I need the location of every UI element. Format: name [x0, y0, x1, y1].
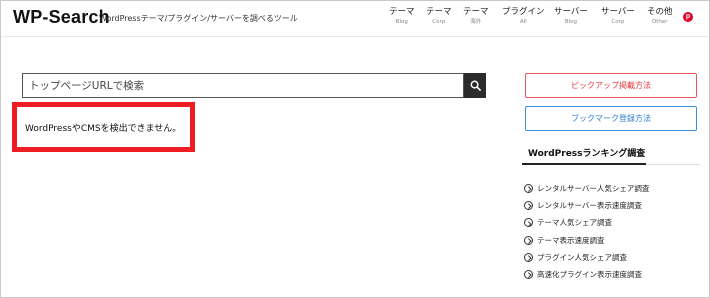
nav-item-theme-blog[interactable]: テーマ Blog [389, 7, 415, 26]
result-message: WordPressやCMSを検出できません。 [25, 123, 182, 134]
ranking-item-theme-speed[interactable]: テーマ表示速度調査 [524, 232, 649, 249]
nav-item-label: テーマ [426, 7, 452, 17]
ranking-item-server-share[interactable]: レンタルサーバー人気シェア調査 [524, 180, 649, 197]
ranking-divider-accent [522, 163, 646, 165]
pickup-button[interactable]: ピックアップ掲載方法 [525, 73, 697, 98]
nav-item-sublabel: 海外 [470, 19, 482, 25]
search-icon [470, 80, 481, 91]
nav-item-label: プラグイン [502, 7, 545, 17]
circle-arrow-right-icon [524, 218, 533, 228]
nav-item-label: その他 [647, 7, 673, 17]
nav-item-label: サーバー [601, 7, 635, 17]
search-input[interactable] [23, 74, 463, 97]
circle-arrow-right-icon [524, 184, 533, 194]
ranking-item-label: レンタルサーバー人気シェア調査 [537, 184, 650, 194]
nav-item-sublabel: Corp [611, 19, 625, 25]
nav-item-plugin-all[interactable]: プラグイン All [502, 7, 545, 26]
result-highlight: WordPressやCMSを検出できません。 [12, 102, 195, 152]
nav-item-label: サーバー [554, 7, 588, 17]
nav-item-other[interactable]: その他 Other [647, 7, 673, 26]
circle-arrow-right-icon [524, 270, 533, 280]
circle-arrow-right-icon [524, 201, 533, 211]
site-tagline: WordPressテーマ/プラグイン/サーバーを調べるツール [99, 14, 298, 23]
nav-item-sublabel: Blog [564, 19, 578, 25]
search-box [22, 73, 464, 98]
ranking-item-label: プラグイン人気シェア調査 [537, 252, 627, 262]
ranking-title: WordPressランキング調査 [528, 149, 646, 159]
site-logo[interactable]: WP-Search [13, 7, 110, 28]
nav-item-sublabel: Other [651, 19, 668, 25]
nav-item-server-corp[interactable]: サーバー Corp [601, 7, 635, 26]
nav-item-theme-overseas[interactable]: テーマ 海外 [463, 7, 489, 26]
bookmark-button[interactable]: ブックマーク登録方法 [525, 106, 697, 131]
nav-item-sublabel: All [519, 19, 527, 25]
ranking-item-label: 高速化プラグイン表示速度調査 [537, 270, 642, 280]
nav-item-server-blog[interactable]: サーバー Blog [554, 7, 588, 26]
ranking-item-server-speed[interactable]: レンタルサーバー表示速度調査 [524, 197, 649, 214]
pinterest-icon[interactable]: p [683, 12, 693, 22]
nav-item-label: テーマ [389, 7, 415, 17]
ranking-item-label: テーマ表示速度調査 [537, 235, 605, 245]
ranking-item-theme-share[interactable]: テーマ人気シェア調査 [524, 214, 649, 231]
nav-item-sublabel: Blog [395, 19, 408, 25]
site-header: WP-Search WordPressテーマ/プラグイン/サーバーを調べるツール… [1, 1, 709, 37]
ranking-item-label: レンタルサーバー表示速度調査 [537, 201, 642, 211]
ranking-item-speed-plugin[interactable]: 高速化プラグイン表示速度調査 [524, 266, 649, 283]
ranking-item-plugin-share[interactable]: プラグイン人気シェア調査 [524, 249, 649, 266]
ranking-item-label: テーマ人気シェア調査 [537, 218, 612, 228]
ranking-list: レンタルサーバー人気シェア調査 レンタルサーバー表示速度調査 テーマ人気シェア調… [524, 180, 649, 283]
nav-item-sublabel: Corp [432, 19, 446, 25]
search-button[interactable] [464, 73, 486, 98]
circle-arrow-right-icon [524, 235, 533, 245]
nav-item-theme-corp[interactable]: テーマ Corp [426, 7, 452, 26]
circle-arrow-right-icon [524, 252, 533, 262]
nav-item-label: テーマ [463, 7, 489, 17]
